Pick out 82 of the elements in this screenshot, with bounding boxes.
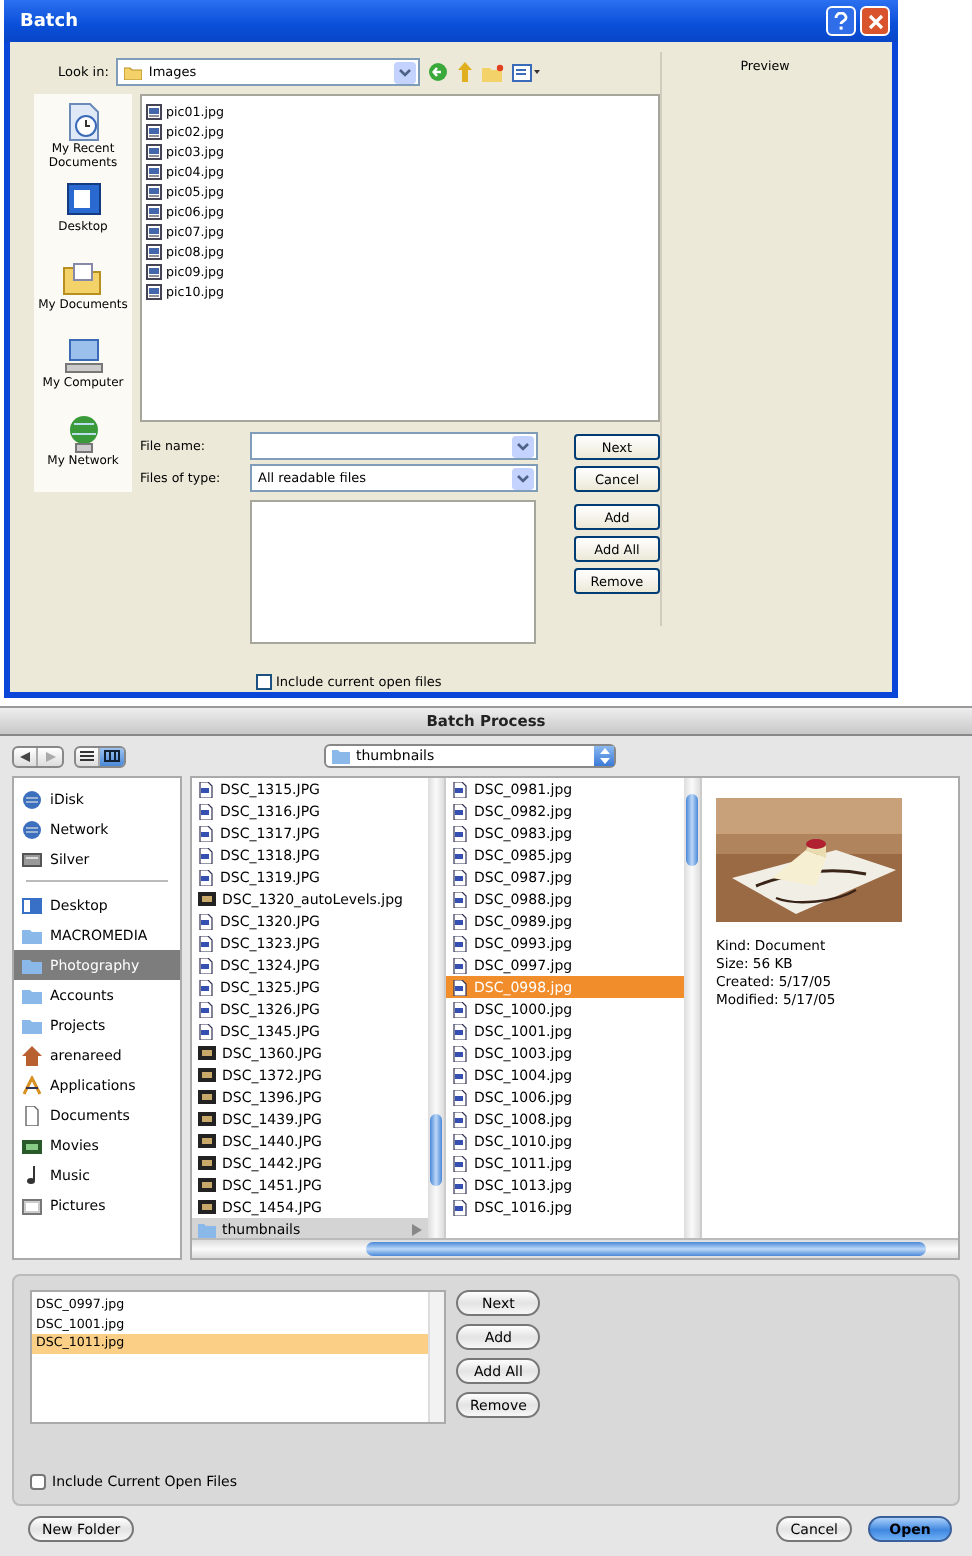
image-file-icon [146,164,162,180]
image-file-icon [452,979,468,995]
checkbox[interactable] [30,1474,46,1490]
image-file-icon [452,869,468,885]
scrollbar[interactable] [684,778,700,1238]
view-menu-icon[interactable] [512,63,541,81]
image-file-icon [146,224,162,240]
image-file-icon [452,891,468,907]
image-file-icon [198,935,214,951]
image-file-icon [452,781,468,797]
image-file-icon [452,1199,468,1215]
image-file-icon [452,1001,468,1017]
document-icon [22,1105,42,1125]
image-file-icon [146,124,162,140]
image-file-icon [452,1133,468,1149]
image-file-icon [452,957,468,973]
image-file-icon [198,979,214,995]
image-file-icon [452,1177,468,1193]
caret-down-icon [516,473,530,483]
image-file-icon [198,913,214,929]
computer-icon [63,336,103,376]
new-folder-icon[interactable] [482,63,505,81]
image-file-icon [146,244,162,260]
up-down-arrows-icon [599,748,609,764]
folder-icon [332,748,350,764]
image-file-icon [198,957,214,973]
image-file-icon [198,847,214,863]
image-file-icon [146,264,162,280]
columns-icon [104,750,120,762]
folder-icon [62,258,103,298]
window-title: Batch [20,11,80,31]
image-file-icon [452,1067,468,1083]
image-file-icon [452,1023,468,1039]
back-icon [20,751,30,761]
image-file-icon [146,184,162,200]
globe-icon [22,819,42,839]
scrollbar[interactable] [428,778,444,1238]
image-file-icon [452,1155,468,1171]
caret-down-icon [516,441,530,451]
disclosure-arrow-icon [412,1223,422,1235]
image-file-icon [198,1001,214,1017]
desktop-icon [22,895,42,915]
image-file-icon [452,1111,468,1127]
caret-down-icon [398,67,413,77]
file-name-field[interactable] [250,432,538,460]
image-file-icon [452,935,468,951]
clock-document-icon [63,102,103,142]
house-icon [22,1045,42,1065]
image-file-icon [198,781,214,797]
globe-icon [22,789,42,809]
image-file-icon [452,803,468,819]
image-file-icon [452,825,468,841]
column-view-button[interactable] [100,747,124,765]
image-file-icon [198,803,214,819]
help-button[interactable] [826,6,856,36]
back-icon[interactable] [428,62,449,82]
desktop-icon [63,180,103,220]
image-file-icon [146,204,162,220]
drive-icon [22,849,42,869]
image-file-icon [146,144,162,160]
image-file-icon [146,284,162,300]
image-file-icon [452,1089,468,1105]
pictures-icon [22,1195,42,1215]
image-file-icon [452,847,468,863]
image-file-icon [452,913,468,929]
film-icon [22,1135,42,1155]
image-file-icon [198,825,214,841]
apps-icon [22,1075,42,1095]
image-file-icon [198,869,214,885]
image-file-icon [146,104,162,120]
close-button[interactable] [860,6,890,36]
folder-icon [124,65,143,79]
list-icon [80,750,94,762]
image-file-icon [198,1023,214,1039]
forward-icon [45,751,55,761]
image-file-icon [452,1045,468,1061]
photo-file-icon [198,892,216,906]
help-icon [834,12,848,30]
close-icon [867,13,883,29]
checkbox[interactable] [256,674,272,690]
scrollbar[interactable] [428,1292,444,1422]
horizontal-scrollbar[interactable] [192,1238,958,1258]
